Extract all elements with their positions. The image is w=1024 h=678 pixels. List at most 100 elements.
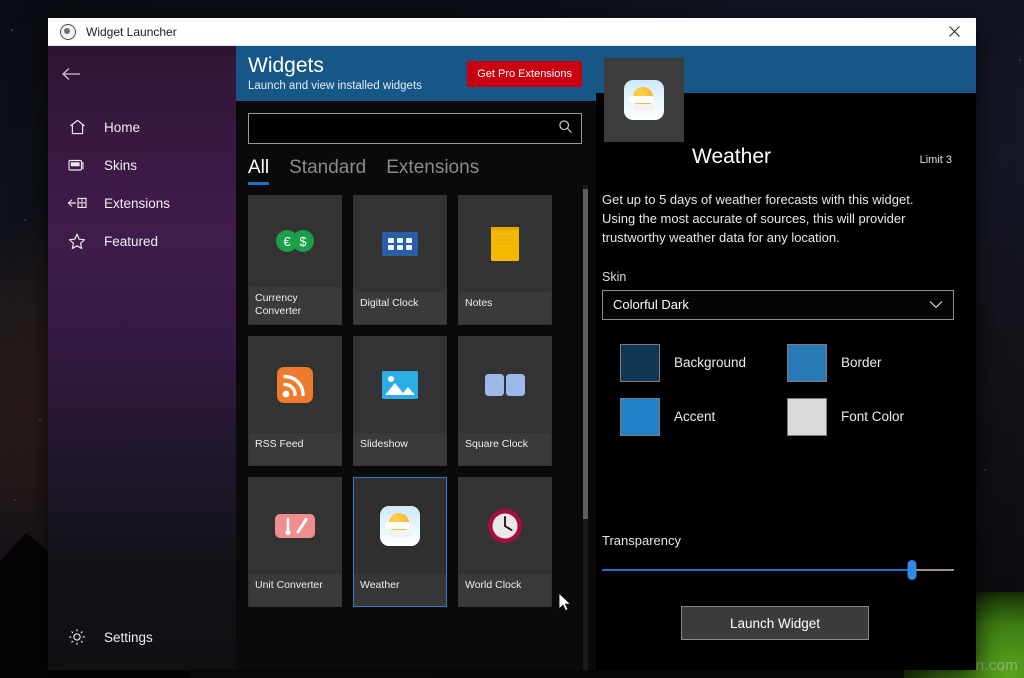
currency-converter-icon: € $ [249, 196, 341, 287]
slider-thumb[interactable] [907, 560, 916, 580]
widget-tile-notes[interactable]: Notes [458, 195, 552, 325]
search-glyph [558, 119, 573, 134]
widget-tile-slideshow[interactable]: Slideshow [353, 336, 447, 466]
window-body: Home Skins [48, 46, 976, 670]
digital-clock-glyph [380, 229, 420, 259]
search-input[interactable] [259, 122, 558, 136]
extensions-icon [66, 194, 88, 212]
color-swatches: Background Border Accent Font Color [620, 344, 954, 436]
swatch-label: Accent [674, 409, 715, 424]
chevron-down-icon [929, 297, 943, 312]
back-arrow-glyph [61, 67, 81, 81]
desktop-wallpaper: neixdn.com Widget Launcher [0, 0, 1024, 678]
close-glyph [949, 26, 960, 37]
sidebar-item-label: Home [104, 120, 140, 135]
widget-tile-label: World Clock [459, 574, 551, 606]
cloud-shape-upper [629, 96, 654, 103]
square-clock-glyph [483, 372, 527, 398]
slideshow-icon [354, 337, 446, 433]
gear-glyph [68, 628, 86, 646]
star-glyph [68, 233, 86, 250]
back-arrow-icon[interactable] [48, 52, 94, 96]
tab-standard[interactable]: Standard [289, 158, 366, 185]
widget-tile-digital-clock[interactable]: Digital Clock [353, 195, 447, 325]
widget-tile-rss-feed[interactable]: RSS Feed [248, 336, 342, 466]
title-bar: Widget Launcher [48, 18, 976, 46]
page-title: Widgets [248, 55, 467, 77]
widget-tile-label: Weather [354, 574, 446, 606]
widget-launcher-icon [60, 24, 76, 40]
widget-tile-label: Slideshow [354, 433, 446, 465]
grid-scrollbar-thumb[interactable] [583, 189, 588, 519]
search-area [236, 101, 596, 144]
notes-glyph [487, 224, 523, 264]
close-icon[interactable] [932, 18, 976, 46]
widget-tile-square-clock[interactable]: Square Clock [458, 336, 552, 466]
world-clock-glyph [485, 506, 525, 546]
unit-converter-icon [249, 478, 341, 574]
notes-icon [459, 196, 551, 292]
sidebar-item-extensions[interactable]: Extensions [48, 184, 236, 222]
widget-tile-label: Notes [459, 292, 551, 324]
widget-tile-currency-converter[interactable]: € $ Currency Converter [248, 195, 342, 325]
swatch-row-background: Background [620, 344, 787, 382]
home-icon [66, 118, 88, 136]
search-box[interactable] [248, 113, 582, 144]
skin-dropdown[interactable]: Colorful Dark [602, 290, 954, 320]
extensions-glyph [67, 196, 87, 210]
widget-tile-label: Digital Clock [354, 292, 446, 324]
svg-text:€: € [283, 234, 291, 249]
swatch-row-border: Border [787, 344, 954, 382]
widgets-header-text: Widgets Launch and view installed widget… [248, 55, 467, 91]
star-icon [66, 232, 88, 250]
sidebar-item-skins[interactable]: Skins [48, 146, 236, 184]
launch-row: Launch Widget [596, 606, 954, 640]
widget-tabs: All Standard Extensions [236, 144, 596, 185]
sidebar-item-label: Extensions [104, 196, 170, 211]
sidebar-item-home[interactable]: Home [48, 108, 236, 146]
transparency-label: Transparency [602, 533, 954, 548]
sidebar-item-label: Featured [104, 234, 158, 249]
search-icon[interactable] [558, 119, 573, 139]
page-subtitle: Launch and view installed widgets [248, 80, 467, 92]
get-pro-extensions-button[interactable]: Get Pro Extensions [467, 61, 582, 87]
cloud-shape-upper [385, 522, 410, 529]
widget-tile-label: Unit Converter [249, 574, 341, 606]
unit-converter-glyph [273, 511, 317, 541]
transparency-control: Transparency [596, 533, 954, 578]
sidebar-item-featured[interactable]: Featured [48, 222, 236, 260]
weather-icon [354, 478, 446, 574]
detail-content: Weather Limit 3 Get up to 5 days of weat… [596, 93, 976, 670]
launch-widget-button[interactable]: Launch Widget [681, 606, 869, 640]
detail-title-row: Weather Limit 3 [596, 145, 954, 169]
sidebar-item-label: Settings [104, 630, 153, 645]
swatch-label: Background [674, 355, 746, 370]
widget-detail-panel: Weather Limit 3 Get up to 5 days of weat… [596, 46, 976, 670]
swatch-row-font-color: Font Color [787, 398, 954, 436]
skin-selected-value: Colorful Dark [613, 297, 929, 312]
detail-icon-container [604, 58, 684, 142]
weather-icon [624, 80, 664, 120]
sidebar-item-settings[interactable]: Settings [48, 618, 236, 656]
widgets-panel: Widgets Launch and view installed widget… [236, 46, 596, 670]
skins-icon [66, 156, 88, 174]
transparency-slider[interactable] [602, 562, 954, 578]
widget-tile-world-clock[interactable]: World Clock [458, 477, 552, 607]
swatch-border[interactable] [787, 344, 827, 382]
currency-converter-glyph: € $ [272, 227, 318, 255]
widget-grid: € $ Currency Converter [248, 195, 596, 607]
grid-scrollbar[interactable] [583, 185, 588, 670]
tab-extensions[interactable]: Extensions [386, 158, 479, 185]
home-glyph [69, 119, 86, 135]
swatch-accent[interactable] [620, 398, 660, 436]
skin-label: Skin [596, 270, 954, 284]
sidebar-item-label: Skins [104, 158, 137, 173]
swatch-background[interactable] [620, 344, 660, 382]
swatch-font-color[interactable] [787, 398, 827, 436]
cloud-shape-lower [633, 104, 655, 111]
window-title: Widget Launcher [86, 25, 177, 39]
svg-text:$: $ [299, 234, 307, 249]
widget-tile-weather[interactable]: Weather [353, 477, 447, 607]
widget-tile-unit-converter[interactable]: Unit Converter [248, 477, 342, 607]
tab-all[interactable]: All [248, 158, 269, 185]
